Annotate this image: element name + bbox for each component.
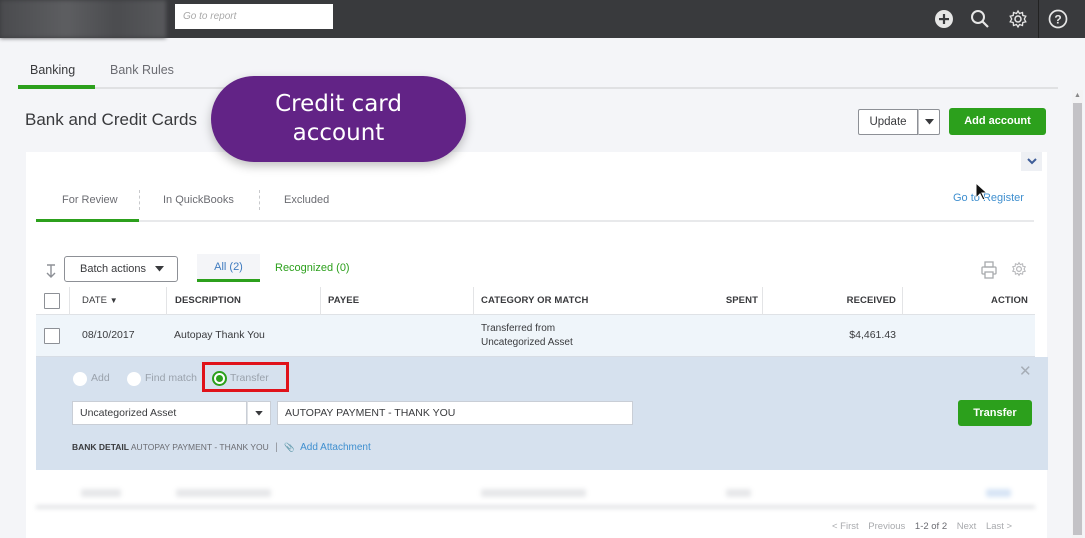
callout-line-1: Credit card [275,91,402,117]
blurred-content [481,489,586,497]
row-description: Autopay Thank You [174,329,265,341]
add-attachment-link[interactable]: Add Attachment [300,442,371,453]
svg-text:?: ? [1054,13,1061,27]
column-date-header[interactable]: DATE ▼ [82,287,118,315]
scroll-up-arrow-icon[interactable]: ▲ [1074,92,1081,99]
table-row-blurred [36,478,1035,508]
tab-bank-rules[interactable]: Bank Rules [110,63,174,89]
close-icon[interactable]: ✕ [1019,362,1032,380]
row-date: 08/10/2017 [82,329,135,341]
gear-icon[interactable] [1007,8,1029,30]
column-payee-header[interactable]: PAYEE [328,287,359,315]
pager-first[interactable]: < First [832,521,859,532]
pager-range: 1-2 of 2 [914,521,948,532]
radio-find-match-label[interactable]: Find match [145,372,197,384]
blurred-content [176,489,271,497]
filter-recognized-tab[interactable]: Recognized (0) [275,262,350,274]
blurred-content [81,489,121,497]
go-to-report-input[interactable] [175,4,333,29]
row-received: $4,461.43 [849,329,896,341]
add-account-button[interactable]: Add account [949,108,1046,135]
column-action-header: ACTION [990,295,1028,306]
category-dropdown-button[interactable] [247,401,271,425]
bank-detail-separator: | [275,442,278,453]
tab-divider [259,190,260,210]
radio-add-label[interactable]: Add [91,372,110,384]
column-divider [166,287,167,315]
main-tabs: Banking Bank Rules [18,55,1058,89]
row-category: Transferred from Uncategorized Asset [481,322,573,350]
column-divider [69,287,70,315]
pagination: < First Previous 1-2 of 2 Next Last > [832,521,1019,532]
sort-arrow-icon[interactable] [45,263,57,282]
company-logo [0,0,166,38]
collapse-button[interactable] [1021,152,1042,171]
transfer-button[interactable]: Transfer [958,400,1032,426]
sort-down-icon: ▼ [109,296,118,305]
radio-add[interactable] [73,372,87,386]
tab-for-review[interactable]: For Review [62,194,118,206]
active-subtab-indicator [36,219,139,222]
active-tab-indicator [18,85,95,89]
tab-excluded[interactable]: Excluded [284,194,329,206]
annotation-highlight-box [202,362,289,392]
memo-input[interactable] [277,401,633,425]
help-icon[interactable]: ? [1047,8,1069,30]
chevron-down-icon [1026,158,1037,165]
table-row[interactable]: 08/10/2017 Autopay Thank You Transferred… [36,315,1035,357]
bank-detail-label: BANK DETAIL [72,442,129,452]
update-dropdown-button[interactable] [918,109,940,135]
column-spent-header[interactable]: SPENT [633,287,758,315]
filter-all-tab[interactable]: All (2) [197,254,260,282]
column-divider [320,287,321,315]
top-navigation-bar: ? [0,0,1085,38]
callout-line-2: account [292,120,385,146]
tab-in-quickbooks[interactable]: In QuickBooks [163,194,234,206]
page-title: Bank and Credit Cards [25,110,197,129]
column-received-header[interactable]: RECEIVED [771,287,896,315]
review-tabs: For Review In QuickBooks Excluded [36,186,1034,222]
scrollbar-thumb[interactable] [1073,103,1082,535]
pager-last[interactable]: Last > [986,521,1012,532]
caret-down-icon [255,410,263,416]
caret-down-icon [155,266,165,272]
column-description-header[interactable]: DESCRIPTION [175,287,241,315]
update-button[interactable]: Update [858,109,918,135]
date-header-label: DATE [82,295,108,306]
tab-divider [139,190,140,210]
row-checkbox[interactable] [44,328,60,344]
category-select[interactable]: Uncategorized Asset [72,401,247,425]
plus-circle-icon[interactable] [933,8,955,30]
column-category-header[interactable]: CATEGORY OR MATCH [481,287,588,315]
pager-previous[interactable]: Previous [868,521,905,532]
table-settings-gear-icon[interactable] [1011,261,1027,279]
blurred-content [726,489,751,497]
select-all-checkbox[interactable] [44,293,60,309]
search-icon[interactable] [969,8,991,30]
column-divider [473,287,474,315]
batch-actions-button[interactable]: Batch actions [64,256,178,282]
annotation-callout: Credit card account [211,76,466,162]
batch-actions-label: Batch actions [80,263,147,275]
print-icon[interactable] [981,261,997,279]
bank-detail: BANK DETAIL AUTOPAY PAYMENT - THANK YOU … [72,442,371,453]
category-line-1: Transferred from [481,323,556,334]
radio-find-match[interactable] [127,372,141,386]
category-line-2: Uncategorized Asset [481,337,573,348]
caret-down-icon [924,119,934,125]
bank-detail-value: AUTOPAY PAYMENT - THANK YOU [130,442,269,452]
table-header: DATE ▼ DESCRIPTION PAYEE CATEGORY OR MAT… [36,287,1035,315]
mouse-cursor-icon [975,181,989,207]
blurred-content [986,489,1011,497]
topbar-divider [1038,0,1039,38]
paperclip-icon: 📎 [284,442,295,452]
column-divider [902,287,903,315]
pager-next[interactable]: Next [957,521,977,532]
column-divider [762,287,763,315]
